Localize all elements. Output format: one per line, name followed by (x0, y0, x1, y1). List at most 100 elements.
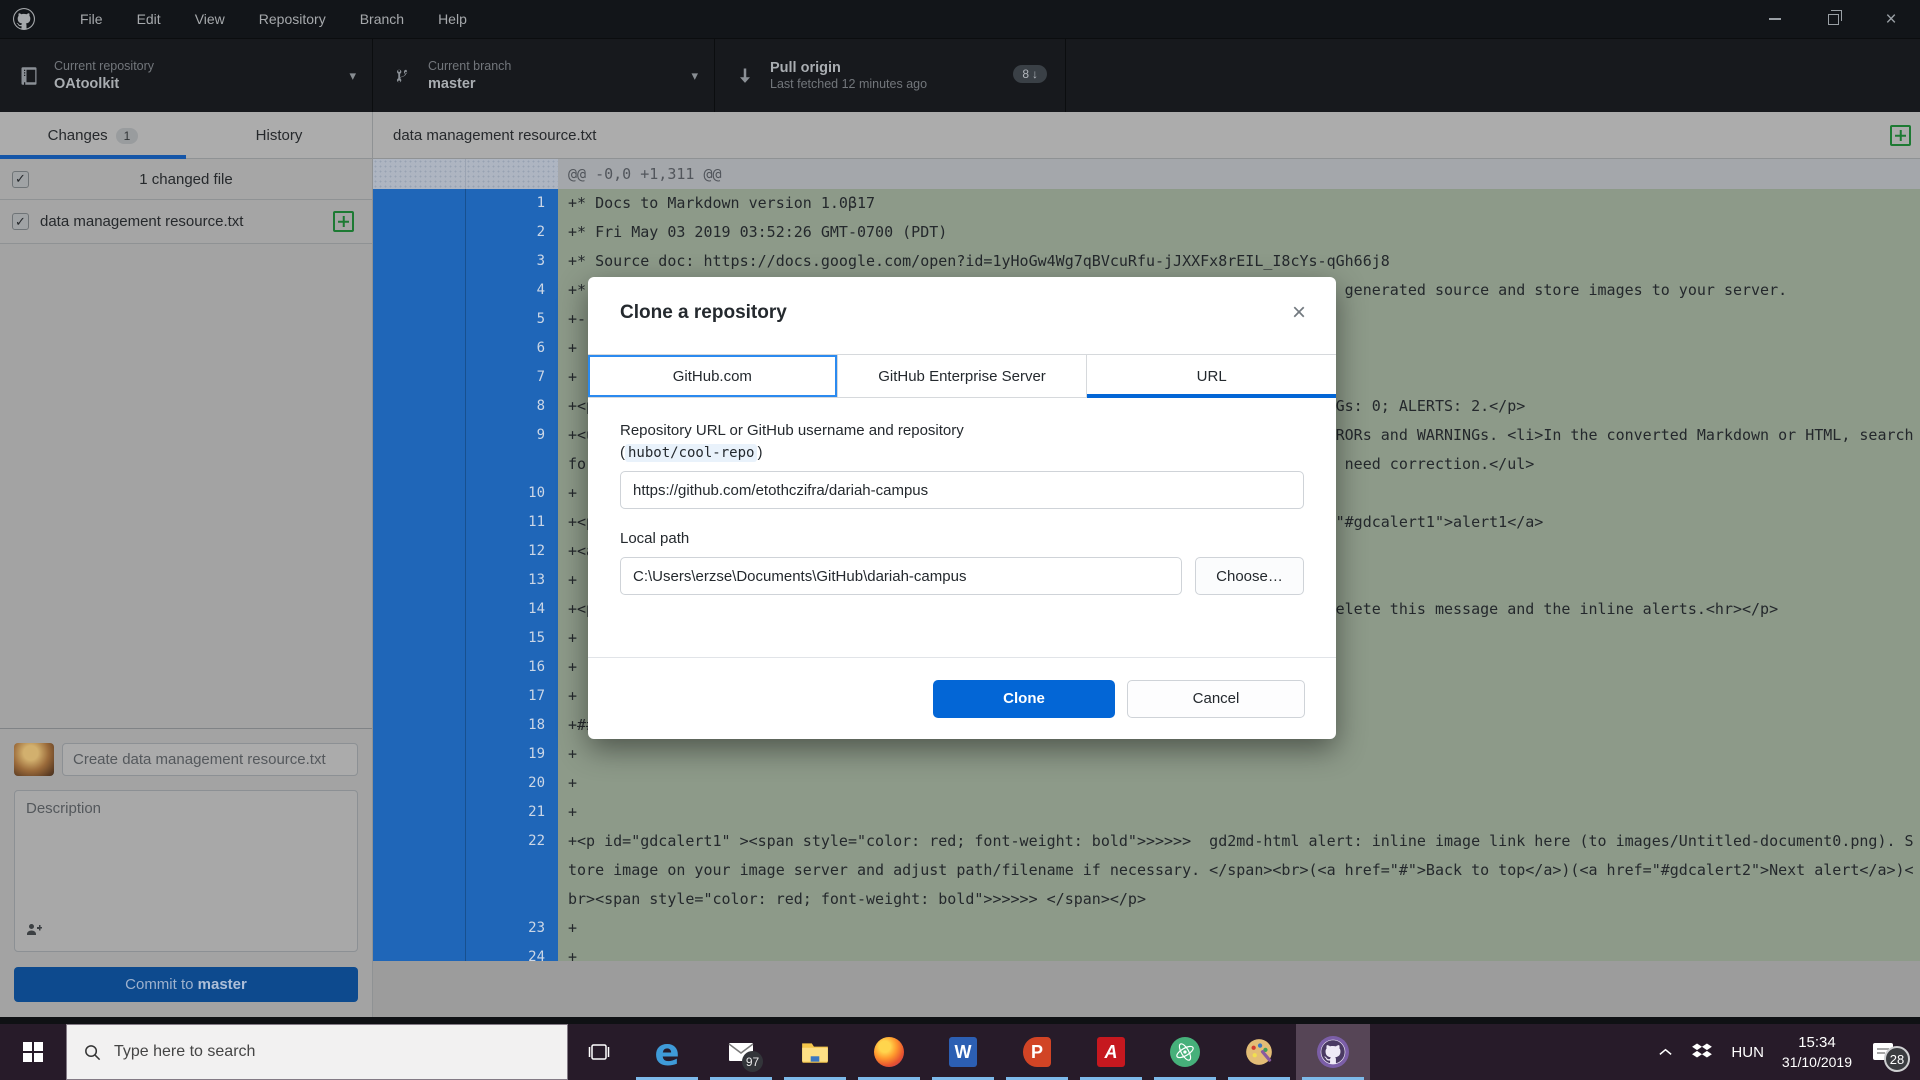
restore-button[interactable] (1804, 0, 1862, 38)
current-repository-value: OAtoolkit (54, 75, 154, 93)
taskbar-app-mail[interactable]: 97 (704, 1024, 778, 1080)
powerpoint-icon: P (1023, 1037, 1051, 1067)
file-added-status-icon (333, 211, 354, 232)
menu-item[interactable]: Help (421, 2, 484, 36)
avatar (14, 743, 54, 776)
menu-item[interactable]: File (63, 2, 120, 36)
dialog-title: Clone a repository (620, 302, 787, 324)
pull-origin-title: Pull origin (770, 59, 927, 77)
diff-line-number: 19 (466, 740, 558, 769)
tab-github-enterprise[interactable]: GitHub Enterprise Server (838, 355, 1088, 397)
taskbar-app-word[interactable]: W (926, 1024, 1000, 1080)
diff-gutter-old (373, 305, 466, 334)
tab-changes-label: Changes (48, 127, 108, 144)
diff-line-number: 2 (466, 218, 558, 247)
menu-item[interactable]: Repository (242, 2, 343, 36)
menu-item[interactable]: View (178, 2, 242, 36)
close-icon: × (1885, 10, 1896, 29)
changes-count-badge: 1 (116, 128, 139, 144)
diff-line-number: 6 (466, 334, 558, 363)
menu-item[interactable]: Edit (120, 2, 178, 36)
minimize-icon (1769, 18, 1781, 20)
paint-palette-icon (1244, 1037, 1274, 1067)
action-center-button[interactable]: 28 (1861, 1024, 1912, 1080)
repository-url-hint: (hubot/cool-repo) (620, 444, 1304, 461)
diff-gutter-old (373, 595, 466, 624)
diff-gutter-old (373, 247, 466, 276)
dialog-close-button[interactable]: × (1292, 301, 1306, 325)
tab-github-com[interactable]: GitHub.com (588, 355, 838, 397)
tray-chevron-up-icon[interactable] (1649, 1024, 1682, 1080)
diff-file-title: data management resource.txt (393, 127, 596, 144)
diff-gutter-old (373, 624, 466, 653)
titlebar: FileEditViewRepositoryBranchHelp × (0, 0, 1920, 38)
firefox-icon (874, 1037, 904, 1067)
expand-diff-plus-icon[interactable] (1890, 125, 1911, 146)
check-icon: ✓ (15, 214, 26, 230)
choose-path-button[interactable]: Choose… (1195, 557, 1304, 595)
dropbox-icon[interactable] (1682, 1024, 1722, 1080)
current-branch-button[interactable]: Current branch master ▾ (374, 39, 715, 113)
mail-unread-badge: 97 (742, 1051, 763, 1072)
taskbar-app-acrobat[interactable]: A (1074, 1024, 1148, 1080)
diff-line-text: +<p id="gdcalert1" ><span style="color: … (558, 827, 1920, 914)
add-coauthor-icon[interactable] (26, 921, 42, 942)
tab-bar: Changes 1 History data management resour… (0, 112, 1920, 159)
taskbar-app-github-desktop[interactable] (1296, 1024, 1370, 1080)
changed-file-row[interactable]: ✓ data management resource.txt (0, 200, 372, 244)
current-repository-button[interactable]: Current repository OAtoolkit ▾ (0, 39, 373, 113)
taskbar-app-atom[interactable] (1148, 1024, 1222, 1080)
menu-item[interactable]: Branch (343, 2, 421, 36)
diff-line-number: 9 (466, 421, 558, 479)
windows-logo-icon (23, 1042, 43, 1062)
diff-line-text: + (558, 740, 1920, 769)
taskbar-app-edge[interactable]: e (630, 1024, 704, 1080)
diff-file-header: data management resource.txt (373, 112, 1920, 159)
repository-url-label: Repository URL or GitHub username and re… (620, 422, 1304, 439)
diff-line-number: 24 (466, 943, 558, 961)
system-tray: HUN 15:34 31/10/2019 28 (1649, 1024, 1920, 1080)
diff-gutter-old (373, 943, 466, 961)
diff-line: 23 + (373, 914, 1920, 943)
tab-history[interactable]: History (186, 112, 372, 159)
taskbar-app-powerpoint[interactable]: P (1000, 1024, 1074, 1080)
repository-url-input[interactable] (620, 471, 1304, 509)
select-all-checkbox[interactable]: ✓ (12, 171, 29, 188)
word-icon: W (949, 1037, 977, 1067)
diff-line: 3 +* Source doc: https://docs.google.com… (373, 247, 1920, 276)
taskbar-app-firefox[interactable] (852, 1024, 926, 1080)
cancel-button[interactable]: Cancel (1127, 680, 1305, 718)
taskbar-app-paint[interactable] (1222, 1024, 1296, 1080)
diff-line: 20 + (373, 769, 1920, 798)
changes-sidebar: ✓ 1 changed file ✓ data management resou… (0, 159, 373, 1017)
tab-url[interactable]: URL (1087, 355, 1336, 397)
taskbar-app-explorer[interactable] (778, 1024, 852, 1080)
clone-button[interactable]: Clone (933, 680, 1115, 718)
commit-summary-input[interactable] (62, 743, 358, 776)
diff-line-number: 3 (466, 247, 558, 276)
diff-line-number: 21 (466, 798, 558, 827)
language-indicator[interactable]: HUN (1722, 1024, 1773, 1080)
commit-description-input[interactable] (15, 791, 357, 919)
commit-button[interactable]: Commit to master (14, 967, 358, 1002)
diff-line-number: 23 (466, 914, 558, 943)
minimize-button[interactable] (1746, 0, 1804, 38)
close-icon: × (1292, 299, 1306, 326)
task-view-button[interactable] (568, 1024, 630, 1080)
diff-gutter-old (373, 508, 466, 537)
tab-changes[interactable]: Changes 1 (0, 112, 186, 159)
diff-line-text: + (558, 769, 1920, 798)
taskbar-clock[interactable]: 15:34 31/10/2019 (1773, 1024, 1861, 1080)
local-path-input[interactable] (620, 557, 1182, 595)
diff-gutter-old (373, 914, 466, 943)
taskbar-search[interactable] (66, 1024, 568, 1080)
pull-origin-button[interactable]: Pull origin Last fetched 12 minutes ago … (716, 39, 1066, 113)
chevron-down-icon: ▾ (691, 68, 698, 84)
close-button[interactable]: × (1862, 0, 1920, 38)
dialog-footer: Clone Cancel (588, 657, 1336, 739)
diff-line-text: + (558, 914, 1920, 943)
file-checkbox[interactable]: ✓ (12, 213, 29, 230)
start-button[interactable] (0, 1024, 66, 1080)
taskbar-search-input[interactable] (114, 1043, 514, 1061)
clock-time: 15:34 (1798, 1033, 1836, 1053)
